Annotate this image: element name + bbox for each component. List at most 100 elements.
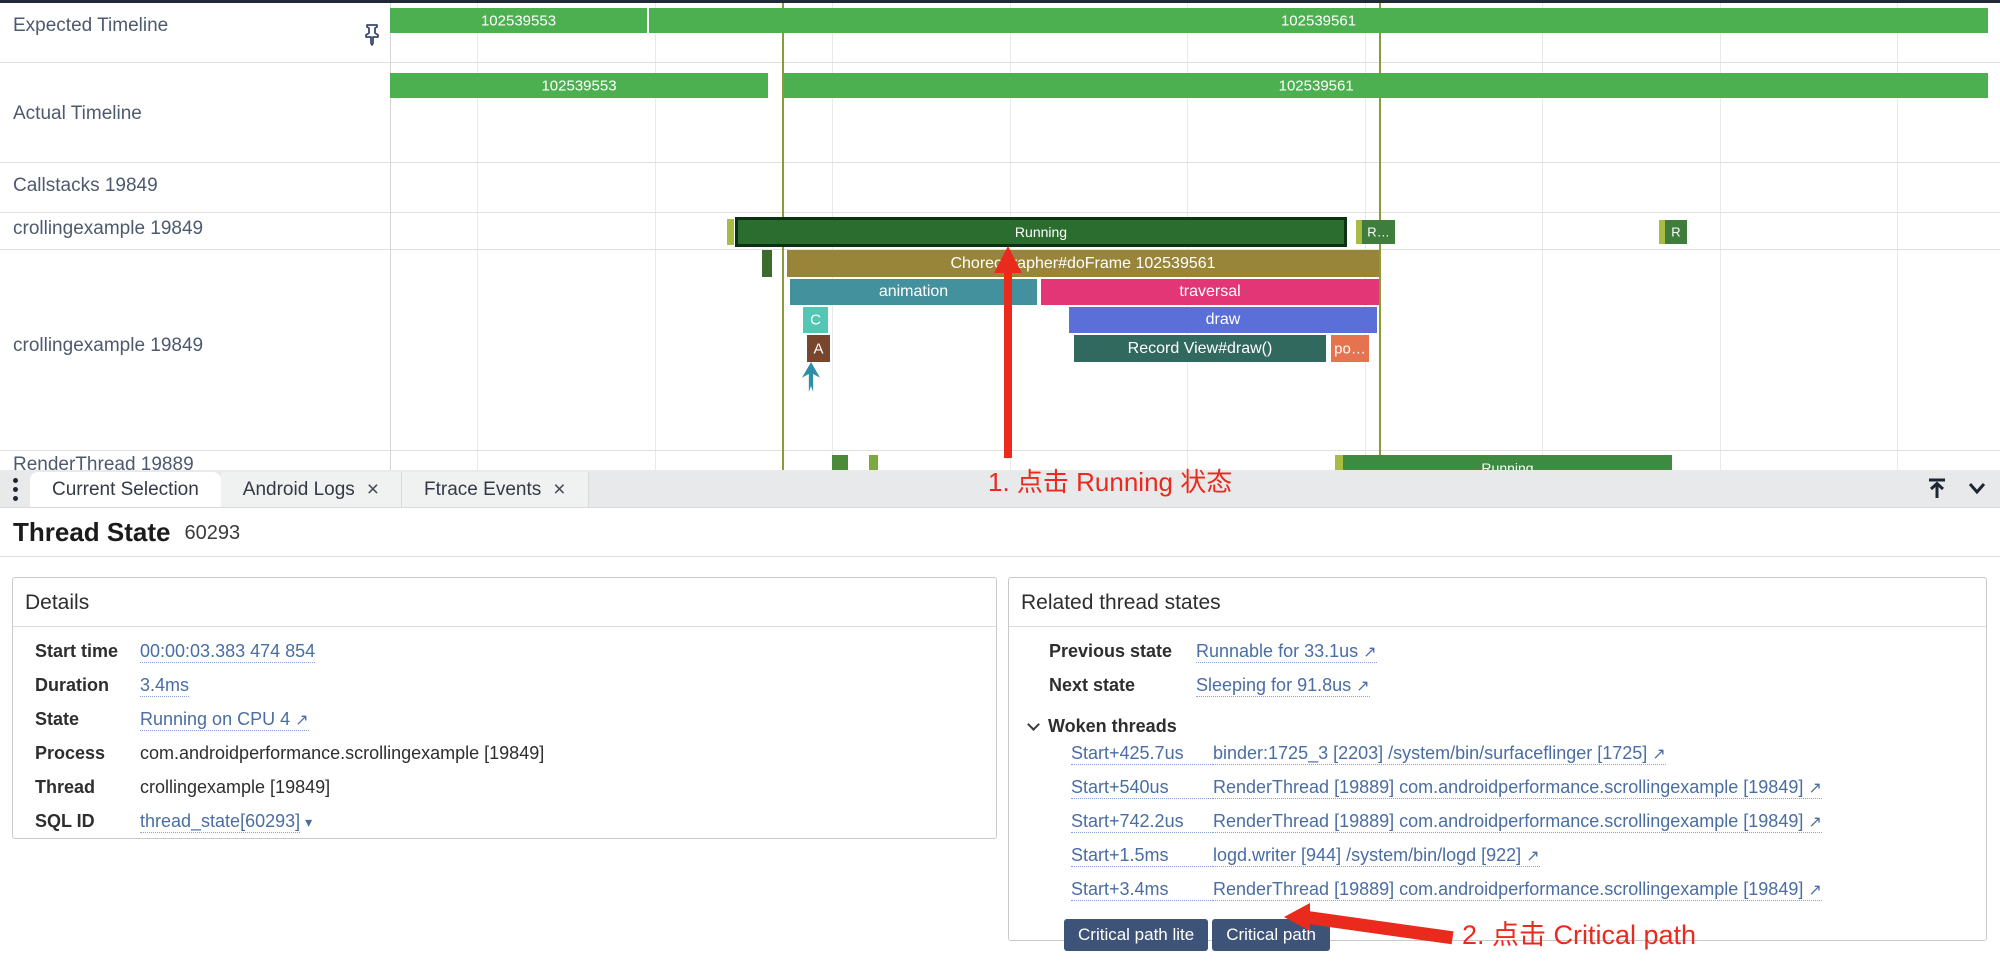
detail-value-link[interactable]: 00:00:03.383 474 854 [140,641,315,663]
collapse-panel-icon[interactable] [1924,475,1950,501]
detail-value-link[interactable]: Runnable for 33.1us ↗ [1196,641,1377,663]
detail-value-link[interactable]: 3.4ms [140,675,189,697]
external-link-icon: ↗ [1808,882,1821,899]
annotation-step-1: 1. 点击 Running 状态 [988,462,1232,499]
annotation-arrow-2-head [1284,903,1310,931]
animation-slice[interactable]: animation [790,279,1037,305]
a-slice[interactable]: A [807,335,830,362]
perfetto-trace-viewer: Expected Timeline Actual Timeline Callstac… [0,0,2000,961]
annotation-arrow-1-head [994,246,1022,273]
chevron-down-icon[interactable] [1964,475,1990,501]
tab-android-logs[interactable]: Android Logs× [221,472,402,507]
selection-heading: Thread State 60293 [0,508,2000,557]
detail-value: com.androidperformance.scrollingexample … [140,743,544,764]
details-rows: Start time00:00:03.383 474 854Duration3.… [13,627,996,845]
woken-threads-label: Woken threads [1048,716,1177,737]
draw-slice[interactable]: draw [1069,307,1377,333]
renderthread-running[interactable]: Running [1343,455,1672,470]
actual-frame-102539561[interactable]: 102539561 [784,73,1988,98]
related-panel-title: Related thread states [1009,578,1986,627]
external-link-icon: ↗ [295,712,308,729]
woken-thread-link[interactable]: logd.writer [944] /system/bin/logd [922]… [1213,845,1540,867]
chevron-down-icon [1027,718,1040,731]
detail-row: Duration3.4ms [35,675,996,709]
external-link-icon: ↗ [1652,746,1665,763]
detail-row: StateRunning on CPU 4 ↗ [35,709,996,743]
woken-thread-row: Start+742.2usRenderThread [19889] com.an… [1049,811,1986,845]
tab-menu-icon[interactable] [0,471,30,507]
expected-frame-102539561[interactable]: 102539561 [649,8,1988,33]
woken-thread-link[interactable]: RenderThread [19889] com.androidperforma… [1213,879,1822,901]
detail-value: crollingexample [19849] [140,777,330,798]
detail-value-link[interactable]: Running on CPU 4 ↗ [140,709,309,731]
woken-thread-row: Start+540usRenderThread [19889] com.andr… [1049,777,1986,811]
close-tab-icon[interactable]: × [367,479,379,500]
detail-row-label: SQL ID [35,811,140,832]
woken-start-offset-link[interactable]: Start+1.5ms [1071,845,1213,867]
detail-row-label: Previous state [1049,641,1196,662]
woken-start-offset-link[interactable]: Start+3.4ms [1071,879,1213,901]
related-thread-states-panel: Related thread states Previous stateRunn… [1008,577,1987,941]
annotation-arrow-1-shaft [1004,271,1012,458]
track-label[interactable]: Callstacks 19849 [13,175,158,197]
running-state-short[interactable]: R [1665,220,1687,244]
annotation-step-2: 2. 点击 Critical path [1462,913,1696,952]
close-tab-icon[interactable]: × [553,479,565,500]
track-label[interactable]: crollingexample 19849 [13,218,203,240]
choreographer-doframe-slice[interactable]: Choreographer#doFrame 102539561 [787,250,1379,277]
details-panel: Details Start time00:00:03.383 474 854Du… [12,577,997,839]
external-link-icon: ↗ [1808,780,1821,797]
runnable-sliver[interactable] [1335,455,1343,470]
tab-ftrace-events[interactable]: Ftrace Events× [402,472,588,507]
details-panel-title: Details [13,578,996,627]
running-state-short[interactable]: R… [1362,220,1395,244]
detail-row: SQL IDthread_state[60293] ▾ [35,811,996,845]
external-link-icon: ↗ [1526,848,1539,865]
detail-row: Processcom.androidperformance.scrollinge… [35,743,996,777]
runnable-sliver[interactable] [727,219,734,245]
detail-row: Threadcrollingexample [19849] [35,777,996,811]
woken-thread-link[interactable]: binder:1725_3 [2203] /system/bin/surface… [1213,743,1666,765]
tab-current-selection[interactable]: Current Selection [30,472,221,507]
detail-row-label: Duration [35,675,140,696]
tabs: Current SelectionAndroid Logs×Ftrace Eve… [30,472,589,507]
woken-thread-row: Start+1.5mslogd.writer [944] /system/bin… [1049,845,1986,879]
track-label[interactable]: RenderThread 19889 [13,454,194,470]
thread-state-id: 60293 [185,522,241,545]
track-label[interactable]: crollingexample 19849 [13,335,203,357]
tabbar-right-controls [1924,469,2000,507]
external-link-icon: ↗ [1363,644,1376,661]
woken-threads-toggle[interactable]: Woken threads [1029,709,1986,743]
running-state-selected[interactable]: Running [735,217,1347,247]
detail-row-label: Next state [1049,675,1196,696]
woken-thread-link[interactable]: RenderThread [19889] com.androidperforma… [1213,811,1822,833]
po-slice[interactable]: po… [1331,335,1369,362]
critical-path-lite-button[interactable]: Critical path lite [1064,919,1208,951]
detail-row-label: Thread [35,777,140,798]
woken-start-offset-link[interactable]: Start+742.2us [1071,811,1213,833]
top-border-strip [0,0,2000,3]
detail-value-link[interactable]: thread_state[60293] [140,811,300,833]
woken-thread-row: Start+425.7usbinder:1725_3 [2203] /syste… [1049,743,1986,777]
pin-icon[interactable] [361,22,385,46]
actual-frame-102539553[interactable]: 102539553 [390,73,768,98]
track-label[interactable]: Expected Timeline [13,15,168,37]
renderthread-slice[interactable] [832,455,848,470]
detail-row-label: Process [35,743,140,764]
renderthread-slice[interactable] [869,455,878,470]
dropdown-caret-icon[interactable]: ▾ [305,814,312,831]
pre-frame-slice[interactable] [762,250,772,277]
timeline-area: Expected Timeline Actual Timeline Callstac… [0,0,2000,470]
expected-frame-102539553[interactable]: 102539553 [390,8,647,33]
detail-row: Start time00:00:03.383 474 854 [35,641,996,675]
flow-marker-icon[interactable] [802,362,820,392]
record-view-draw-slice[interactable]: Record View#draw() [1074,335,1326,362]
track-label[interactable]: Actual Timeline [13,103,142,125]
traversal-slice[interactable]: traversal [1041,279,1379,305]
woken-thread-link[interactable]: RenderThread [19889] com.androidperforma… [1213,777,1822,799]
woken-start-offset-link[interactable]: Start+540us [1071,777,1213,799]
c-slice[interactable]: C [803,307,828,333]
external-link-icon: ↗ [1808,814,1821,831]
detail-value-link[interactable]: Sleeping for 91.8us ↗ [1196,675,1370,697]
woken-start-offset-link[interactable]: Start+425.7us [1071,743,1213,765]
